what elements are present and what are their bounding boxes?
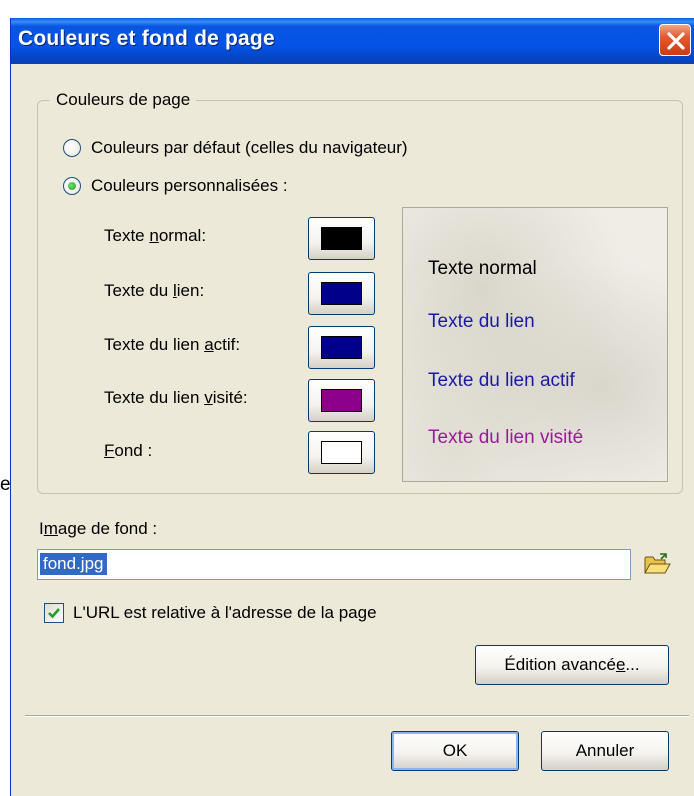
relative-url-checkbox[interactable] [44, 603, 64, 623]
folder-open-icon[interactable] [643, 552, 671, 576]
radio-default-colors-label: Couleurs par défaut (celles du navigateu… [91, 138, 408, 157]
radio-custom-colors[interactable]: Couleurs personnalisées : [63, 176, 288, 196]
visited-link-text-label: Texte du lien visité: [104, 388, 248, 407]
color-swatch [321, 389, 362, 412]
preview-active-link-text: Texte du lien actif [428, 370, 575, 391]
background-image-input[interactable]: fond.jpg [37, 549, 631, 580]
separator [25, 715, 689, 717]
link-text-color-button[interactable] [308, 272, 375, 315]
advanced-edit-button[interactable]: Édition avancée... [475, 645, 669, 685]
preview-normal-text: Texte normal [428, 258, 537, 279]
background-image-label: Image de fond : [39, 519, 158, 538]
background-image-value: fond.jpg [40, 553, 107, 575]
color-preview-panel: Texte normal Texte du lien Texte du lien… [402, 207, 668, 482]
close-button[interactable] [659, 24, 691, 56]
background-color-button[interactable] [308, 431, 375, 474]
cancel-button[interactable]: Annuler [541, 731, 669, 771]
radio-custom-colors-label: Couleurs personnalisées : [91, 176, 288, 195]
color-swatch [321, 227, 362, 250]
relative-url-checkbox-row[interactable]: L'URL est relative à l'adresse de la pag… [44, 603, 377, 623]
preview-visited-link-text: Texte du lien visité [428, 427, 584, 448]
relative-url-label: L'URL est relative à l'adresse de la pag… [73, 603, 377, 622]
color-swatch [321, 441, 362, 464]
color-swatch [321, 336, 362, 359]
dialog-window: Couleurs et fond de page Couleurs de pag… [10, 18, 694, 796]
radio-button[interactable] [63, 139, 81, 157]
active-link-text-color-button[interactable] [308, 326, 375, 369]
checkmark-icon [48, 608, 60, 619]
stray-character: e [0, 474, 11, 495]
radio-default-colors[interactable]: Couleurs par défaut (celles du navigateu… [63, 138, 408, 158]
normal-text-label: Texte normal: [104, 226, 207, 245]
page-colors-group-title: Couleurs de page [50, 90, 197, 110]
preview-link-text: Texte du lien [428, 311, 535, 332]
active-link-text-label: Texte du lien actif: [104, 335, 241, 354]
window-title: Couleurs et fond de page [18, 27, 275, 50]
ok-button[interactable]: OK [391, 731, 519, 771]
title-bar[interactable]: Couleurs et fond de page [11, 18, 694, 64]
normal-text-color-button[interactable] [308, 217, 375, 260]
background-color-label: Fond : [104, 441, 153, 460]
link-text-label: Texte du lien: [104, 281, 205, 300]
visited-link-text-color-button[interactable] [308, 379, 375, 422]
color-swatch [321, 282, 362, 305]
radio-button[interactable] [63, 177, 81, 195]
close-icon [667, 32, 685, 50]
